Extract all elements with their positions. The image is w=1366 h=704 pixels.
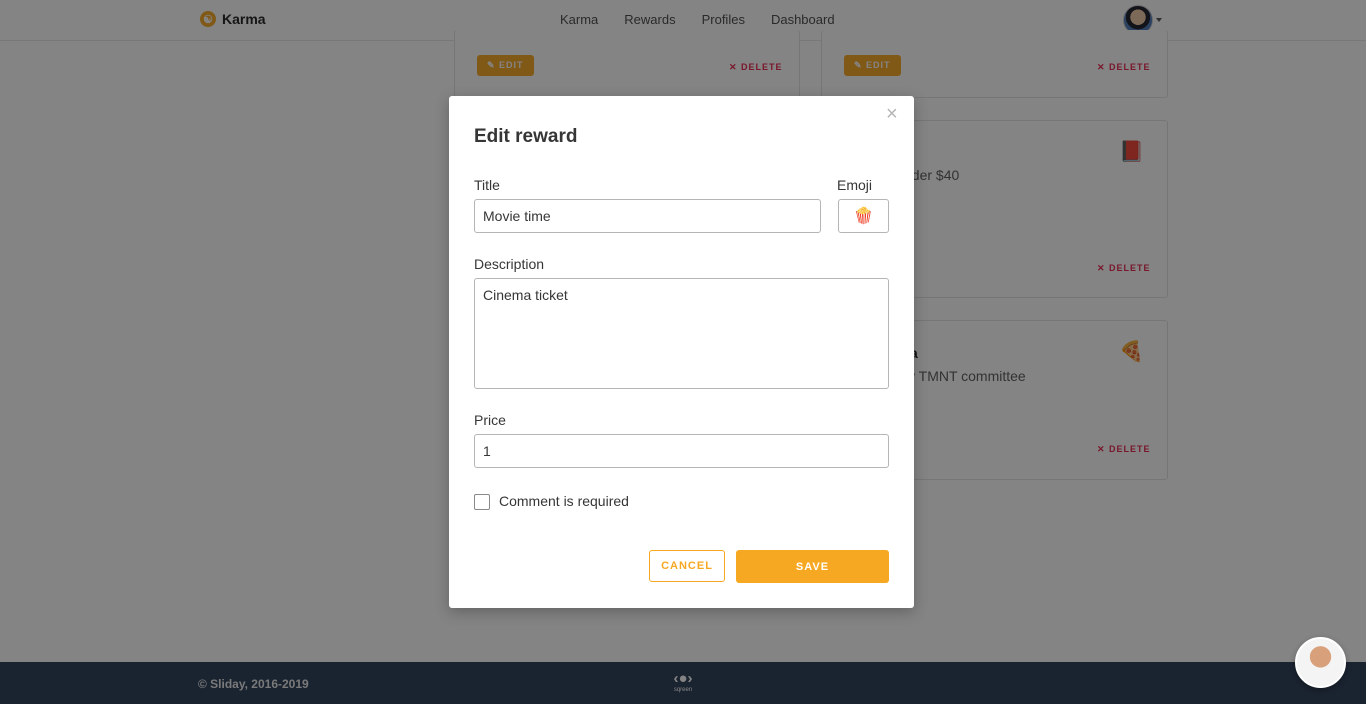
edit-reward-modal: × Edit reward Title Emoji 🍿 Description … bbox=[449, 96, 914, 608]
comment-required-checkbox[interactable] bbox=[474, 494, 490, 510]
emoji-picker[interactable]: 🍿 bbox=[838, 199, 889, 233]
cancel-button[interactable]: CANCEL bbox=[649, 550, 725, 582]
support-chat-button[interactable] bbox=[1295, 637, 1346, 688]
popcorn-emoji-icon: 🍿 bbox=[853, 208, 874, 225]
comment-required-label[interactable]: Comment is required bbox=[499, 493, 629, 509]
price-input[interactable] bbox=[474, 434, 889, 468]
emoji-label: Emoji bbox=[837, 177, 873, 193]
price-label: Price bbox=[474, 412, 506, 428]
modal-title: Edit reward bbox=[474, 126, 578, 147]
description-label: Description bbox=[474, 256, 545, 272]
title-label: Title bbox=[474, 177, 500, 193]
close-icon[interactable]: × bbox=[886, 104, 898, 124]
title-input[interactable] bbox=[474, 199, 821, 233]
save-button[interactable]: SAVE bbox=[736, 550, 889, 583]
description-textarea[interactable]: Cinema ticket bbox=[474, 278, 889, 389]
